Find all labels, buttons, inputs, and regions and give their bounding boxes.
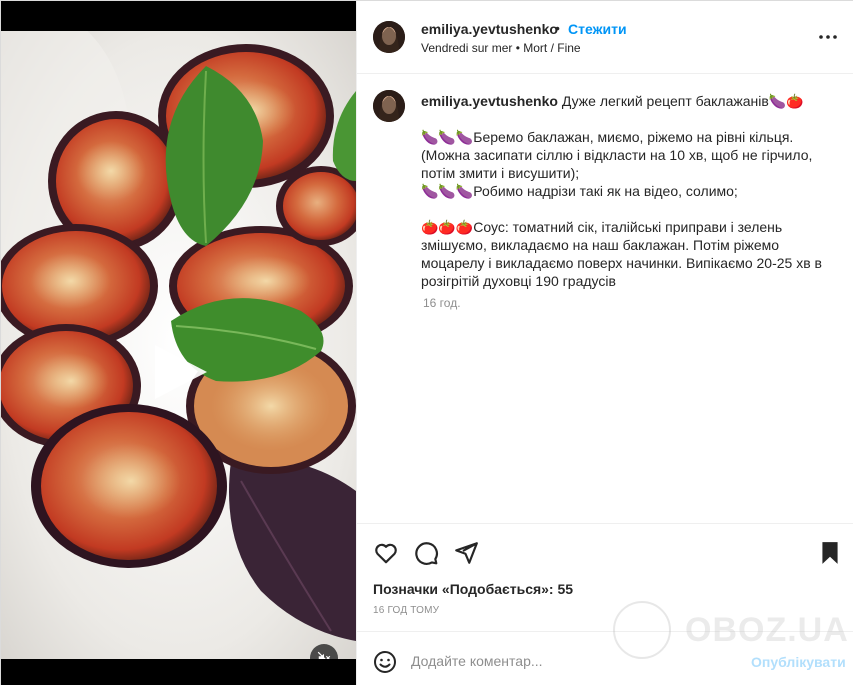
play-icon[interactable]: [151, 341, 211, 403]
likes-count[interactable]: Позначки «Подобається»: 55: [373, 581, 573, 597]
caption-line: Дуже легкий рецепт баклажанів🍆🍅: [561, 93, 804, 109]
muted-speaker-icon: [317, 651, 331, 659]
post-header: emiliya.yevtushenko • Стежити Vendredi s…: [357, 1, 853, 74]
profile-photo: [373, 21, 405, 53]
separator-dot: •: [555, 20, 560, 36]
comment-form: Опублікувати: [357, 631, 853, 685]
username-link[interactable]: emiliya.yevtushenko: [421, 21, 558, 37]
caption-text: emiliya.yevtushenko Дуже легкий рецепт б…: [421, 92, 833, 290]
more-horizontal-icon: [819, 35, 837, 39]
smiley-icon[interactable]: [373, 650, 397, 674]
caption-timestamp: 16 год.: [423, 296, 461, 310]
post-video[interactable]: [1, 31, 356, 659]
paper-plane-icon[interactable]: [453, 540, 479, 566]
avatar[interactable]: [373, 21, 405, 53]
follow-button[interactable]: Стежити: [568, 21, 627, 37]
comment-bubble-icon[interactable]: [413, 540, 439, 566]
bookmark-icon[interactable]: [817, 540, 843, 566]
caption-line: 🍆🍆🍆Беремо баклажан, миємо, ріжемо на рів…: [421, 129, 813, 181]
media-pane: [1, 1, 356, 685]
post-timestamp[interactable]: 16 ГОД ТОМУ: [373, 605, 439, 616]
instagram-post-dialog: emiliya.yevtushenko • Стежити Vendredi s…: [0, 0, 853, 685]
caption-username-link[interactable]: emiliya.yevtushenko: [421, 93, 558, 109]
heart-icon[interactable]: [373, 540, 399, 566]
publish-comment-button[interactable]: Опублікувати: [751, 654, 846, 670]
comment-input[interactable]: [411, 646, 741, 676]
more-options-button[interactable]: [818, 27, 838, 47]
audio-track-link[interactable]: Vendredi sur mer • Mort / Fine: [421, 41, 581, 55]
caption-line: 🍆🍆🍆Робимо надрізи такі як на відео, соли…: [421, 183, 738, 199]
caption-line: 🍅🍅🍅Соус: томатний сік, італійські припра…: [421, 219, 822, 289]
post-details-pane: emiliya.yevtushenko • Стежити Vendredi s…: [356, 1, 853, 685]
post-actions: Позначки «Подобається»: 55 16 ГОД ТОМУ: [357, 523, 853, 631]
caption-section: emiliya.yevtushenko Дуже легкий рецепт б…: [357, 74, 853, 524]
profile-photo: [373, 90, 405, 122]
avatar[interactable]: [373, 90, 405, 122]
